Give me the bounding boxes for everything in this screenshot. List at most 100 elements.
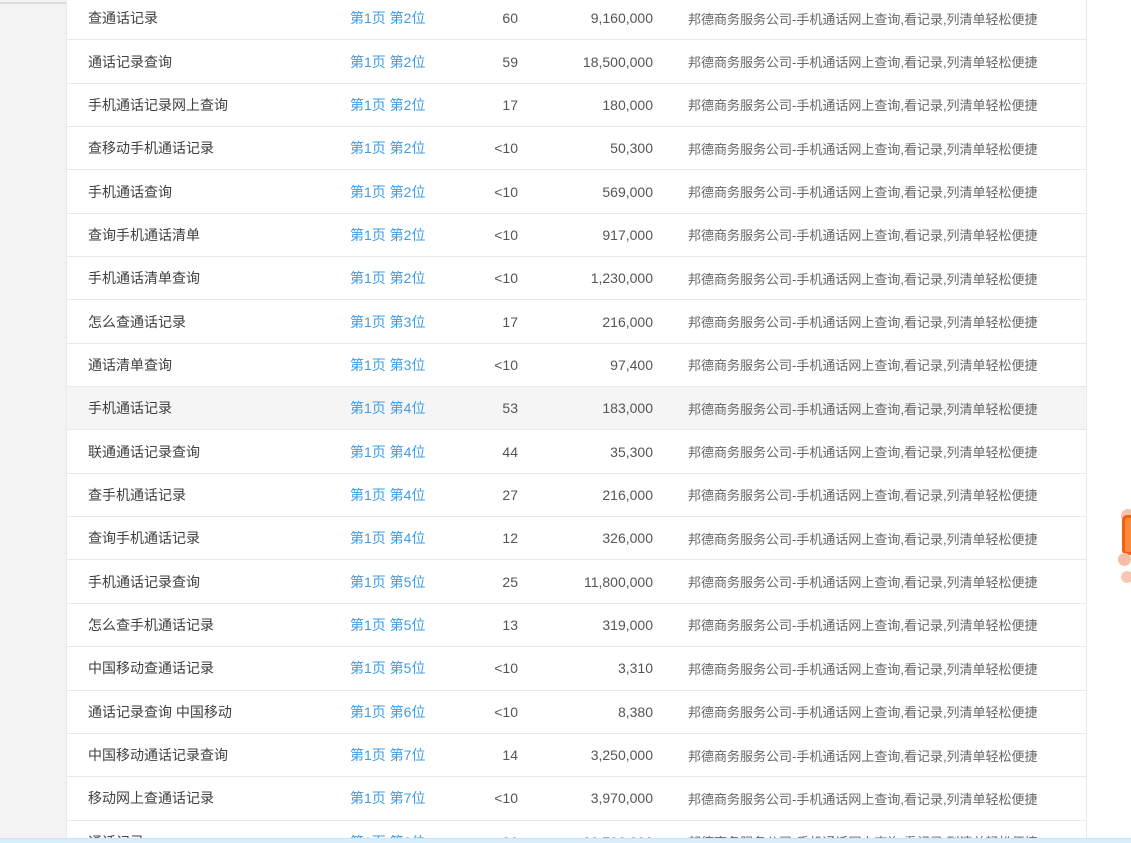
rank-link[interactable]: 第1页 第2位: [350, 10, 425, 26]
site-description-cell: 邦德商务服务公司-手机通话网上查询,看记录,列清单轻松便捷: [653, 485, 1086, 504]
rank-link[interactable]: 第1页 第7位: [350, 790, 425, 806]
rank-link[interactable]: 第1页 第3位: [350, 357, 425, 373]
site-description-cell: 邦德商务服务公司-手机通话网上查询,看记录,列清单轻松便捷: [653, 95, 1086, 114]
result-volume-cell: 97,400: [518, 357, 653, 373]
rank-cell: 第1页 第2位: [350, 268, 440, 288]
rank-link[interactable]: 第1页 第3位: [350, 314, 425, 330]
search-count-cell: <10: [440, 270, 518, 286]
result-volume-cell: 3,250,000: [518, 747, 653, 763]
table-row: 联通通话记录查询第1页 第4位4435,300邦德商务服务公司-手机通话网上查询…: [67, 430, 1086, 473]
keyword-cell: 查移动手机通话记录: [67, 138, 350, 158]
table-row: 怎么查手机通话记录第1页 第5位 13319,000邦德商务服务公司-手机通话网上…: [67, 604, 1086, 647]
rank-cell: 第1页 第3位: [350, 312, 440, 332]
rank-link[interactable]: 第1页 第5位: [350, 617, 425, 633]
result-volume-cell: 3,970,000: [518, 790, 653, 806]
rank-cell: 第1页 第3位: [350, 355, 440, 375]
rank-link[interactable]: 第1页 第5位: [350, 660, 425, 676]
bottom-bar-edge: [0, 838, 1131, 843]
rank-cell: 第1页 第6位: [350, 702, 440, 722]
rank-link[interactable]: 第1页 第7位: [350, 747, 425, 763]
keyword-cell: 联通通话记录查询: [67, 442, 350, 462]
result-volume-cell: 917,000: [518, 227, 653, 243]
site-description-cell: 邦德商务服务公司-手机通话网上查询,看记录,列清单轻松便捷: [653, 355, 1086, 374]
rank-link[interactable]: 第1页 第2位: [350, 54, 425, 70]
search-count-cell: 17: [440, 97, 518, 113]
keyword-cell: 中国移动通话记录查询: [67, 745, 350, 765]
result-volume-cell: 216,000: [518, 314, 653, 330]
keyword-rank-table: 查通话记录第1页 第2位609,160,000邦德商务服务公司-手机通话网上查询…: [66, 0, 1087, 843]
search-count-cell: 59: [440, 54, 518, 70]
promo-blob-icon: [1121, 571, 1131, 583]
rank-cell: 第1页 第4位: [350, 485, 440, 505]
table-row: 手机通话记录网上查询第1页 第2位17180,000邦德商务服务公司-手机通话网…: [67, 84, 1086, 127]
rank-link[interactable]: 第1页 第2位: [350, 227, 425, 243]
site-description-cell: 邦德商务服务公司-手机通话网上查询,看记录,列清单轻松便捷: [653, 572, 1086, 591]
result-volume-cell: 319,000: [518, 617, 653, 633]
left-panel: [0, 0, 66, 843]
floating-promo-widget[interactable]: [1121, 503, 1131, 585]
search-count-cell: <10: [440, 704, 518, 720]
site-description-cell: 邦德商务服务公司-手机通话网上查询,看记录,列清单轻松便捷: [653, 52, 1086, 71]
keyword-cell: 怎么查手机通话记录: [67, 615, 350, 635]
promo-blob-icon: [1118, 553, 1131, 566]
keyword-cell: 通话记录查询 中国移动: [67, 702, 350, 722]
table-row: 手机通话记录第1页 第4位53183,000邦德商务服务公司-手机通话网上查询,…: [67, 387, 1086, 430]
rank-cell: 第1页 第7位: [350, 745, 440, 765]
table-row: 怎么查通话记录第1页 第3位 17216,000邦德商务服务公司-手机通话网上查询…: [67, 300, 1086, 343]
rank-link[interactable]: 第1页 第5位: [350, 574, 425, 590]
keyword-cell: 怎么查通话记录: [67, 312, 350, 332]
keyword-cell: 手机通话记录查询: [67, 572, 350, 592]
keyword-cell: 手机通话记录: [67, 398, 350, 418]
rank-cell: 第1页 第5位: [350, 658, 440, 678]
result-volume-cell: 18,500,000: [518, 54, 653, 70]
table-row: 查通话记录第1页 第2位609,160,000邦德商务服务公司-手机通话网上查询…: [67, 0, 1086, 40]
rank-cell: 第1页 第2位: [350, 138, 440, 158]
result-volume-cell: 1,230,000: [518, 270, 653, 286]
rank-cell: 第1页 第2位: [350, 8, 440, 28]
site-description-cell: 邦德商务服务公司-手机通话网上查询,看记录,列清单轻松便捷: [653, 529, 1086, 548]
table-row: 查询手机通话记录第1页 第4位12326,000邦德商务服务公司-手机通话网上查…: [67, 517, 1086, 560]
result-volume-cell: 50,300: [518, 140, 653, 156]
search-count-cell: 53: [440, 400, 518, 416]
result-volume-cell: 8,380: [518, 704, 653, 720]
rank-cell: 第1页 第2位: [350, 52, 440, 72]
rank-link[interactable]: 第1页 第2位: [350, 97, 425, 113]
table-row: 中国移动通话记录查询第1页 第7位143,250,000邦德商务服务公司-手机通…: [67, 734, 1086, 777]
rank-link[interactable]: 第1页 第4位: [350, 444, 425, 460]
rank-cell: 第1页 第2位: [350, 182, 440, 202]
rank-link[interactable]: 第1页 第4位: [350, 487, 425, 503]
table-row: 查手机通话记录第1页 第4位27216,000邦德商务服务公司-手机通话网上查询…: [67, 474, 1086, 517]
rank-link[interactable]: 第1页 第4位: [350, 400, 425, 416]
rank-link[interactable]: 第1页 第2位: [350, 184, 425, 200]
table-row: 通话清单查询第1页 第3位<1097,400邦德商务服务公司-手机通话网上查询,…: [67, 344, 1086, 387]
keyword-cell: 通话记录查询: [67, 52, 350, 72]
rank-link[interactable]: 第1页 第4位: [350, 530, 425, 546]
result-volume-cell: 9,160,000: [518, 10, 653, 26]
result-volume-cell: 326,000: [518, 530, 653, 546]
table-row: 通话记录查询第1页 第2位 5918,500,000邦德商务服务公司-手机通话网上…: [67, 40, 1086, 83]
site-description-cell: 邦德商务服务公司-手机通话网上查询,看记录,列清单轻松便捷: [653, 312, 1086, 331]
rank-cell: 第1页 第4位: [350, 398, 440, 418]
result-volume-cell: 3,310: [518, 660, 653, 676]
search-count-cell: 17: [440, 314, 518, 330]
site-description-cell: 邦德商务服务公司-手机通话网上查询,看记录,列清单轻松便捷: [653, 399, 1086, 418]
rank-cell: 第1页 第5位: [350, 572, 440, 592]
table-row: 查移动手机通话记录第1页 第2位<1050,300邦德商务服务公司-手机通话网上…: [67, 127, 1086, 170]
page: 查通话记录第1页 第2位609,160,000邦德商务服务公司-手机通话网上查询…: [0, 0, 1131, 843]
rank-cell: 第1页 第2位: [350, 95, 440, 115]
result-volume-cell: 569,000: [518, 184, 653, 200]
rank-link[interactable]: 第1页 第2位: [350, 270, 425, 286]
site-description-cell: 邦德商务服务公司-手机通话网上查询,看记录,列清单轻松便捷: [653, 615, 1086, 634]
keyword-cell: 查通话记录: [67, 8, 350, 28]
rank-link[interactable]: 第1页 第2位: [350, 140, 425, 156]
table-row: 移动网上查通话记录第1页 第7位<103,970,000邦德商务服务公司-手机通…: [67, 777, 1086, 820]
search-count-cell: 13: [440, 617, 518, 633]
left-panel-top-divider: [0, 2, 66, 4]
search-count-cell: 60: [440, 10, 518, 26]
rank-cell: 第1页 第7位: [350, 788, 440, 808]
search-count-cell: <10: [440, 660, 518, 676]
table-row: 中国移动查通话记录第1页 第5位<103,310邦德商务服务公司-手机通话网上查…: [67, 647, 1086, 690]
rank-link[interactable]: 第1页 第6位: [350, 704, 425, 720]
search-count-cell: <10: [440, 227, 518, 243]
rank-cell: 第1页 第4位: [350, 442, 440, 462]
